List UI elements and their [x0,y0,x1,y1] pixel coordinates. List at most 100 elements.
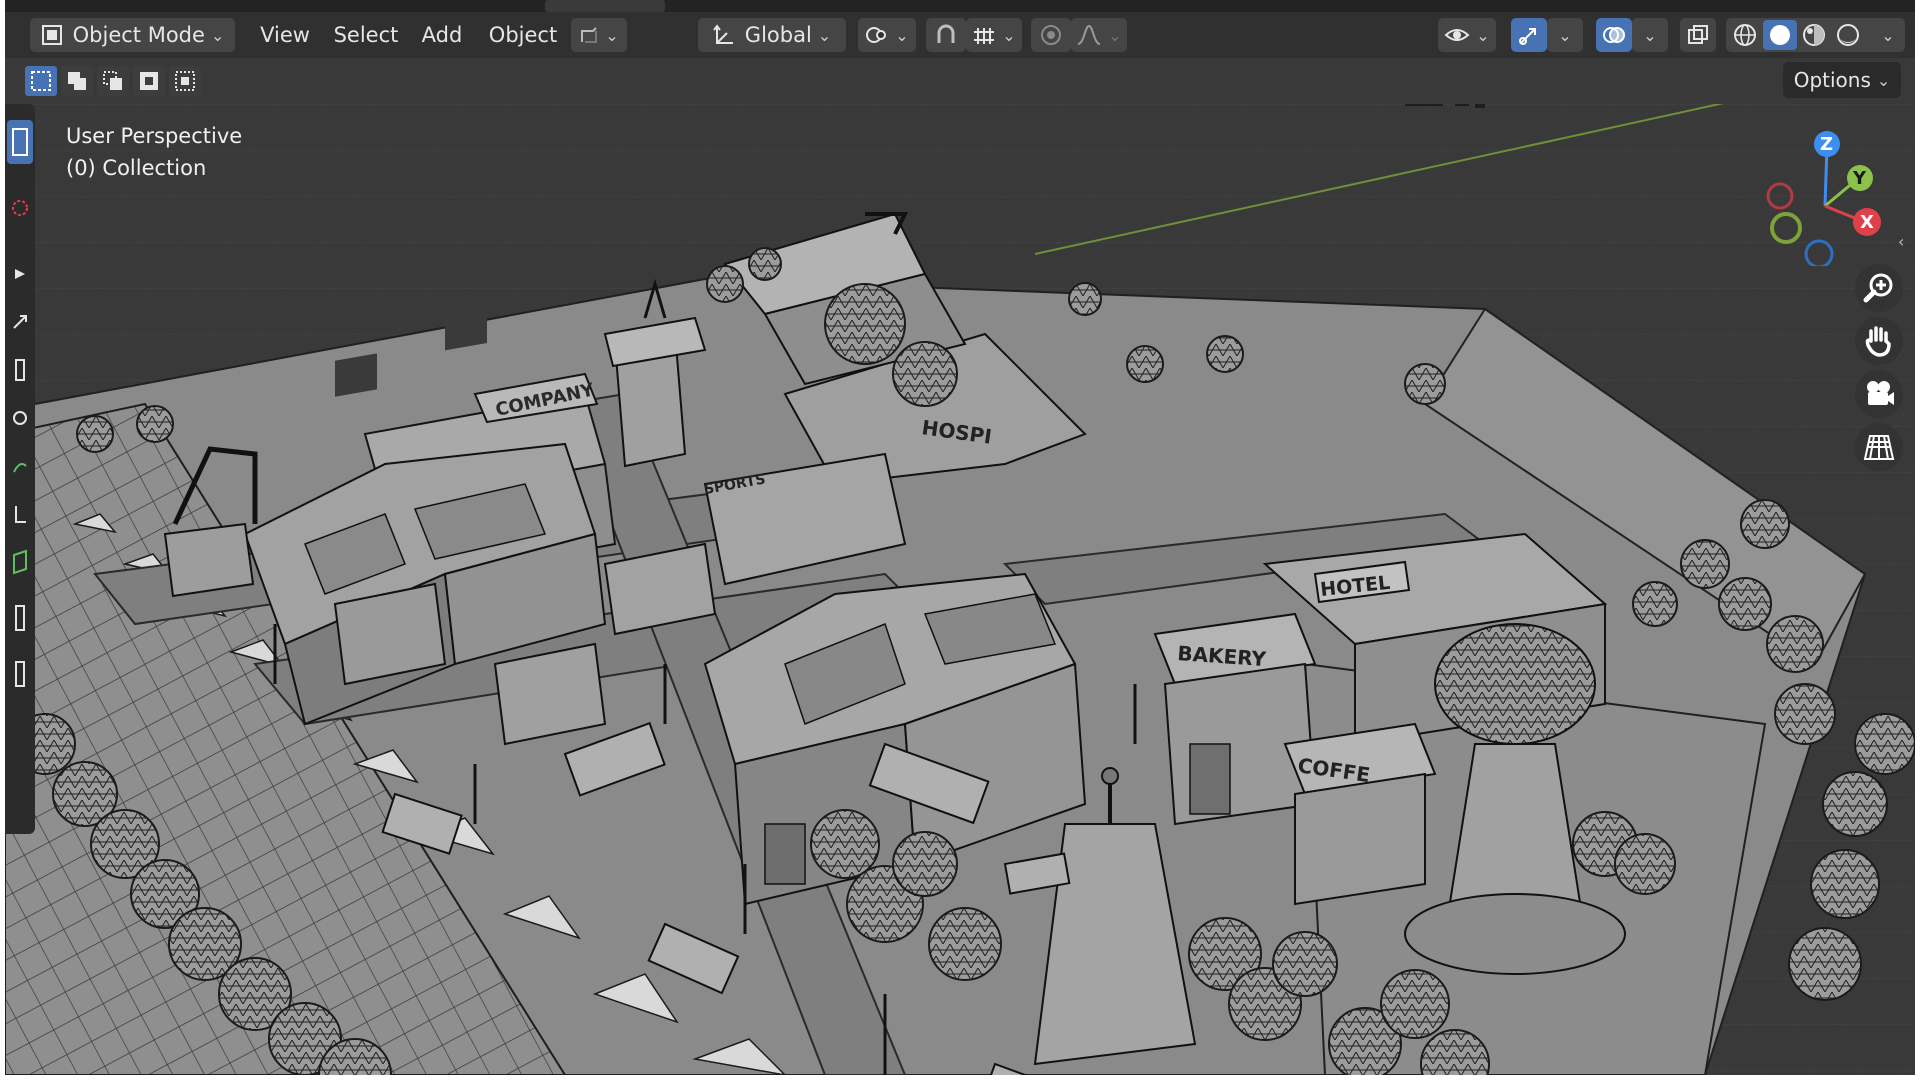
object-visibility-selector[interactable]: ⌄ [1438,18,1496,52]
pivot-point-selector[interactable]: ⌄ [858,18,916,52]
snap-increment-icon [974,28,995,44]
tool-add-cube[interactable] [7,540,33,584]
tool-measure[interactable] [7,492,33,536]
orientation-label: Global [744,23,812,47]
menu-select[interactable]: Select [327,18,405,52]
select-subtract-icon [103,71,122,90]
tool-scale[interactable] [7,348,33,392]
tool-transform[interactable] [7,396,33,440]
proportional-edit-icon [1041,25,1061,45]
blender-frame: Object Mode ⌄ View Select Add Object ⌄ G… [5,0,1915,1075]
rotate-icon [13,315,27,329]
workspace-tab[interactable] [545,0,665,12]
select-intersect-mode[interactable] [169,66,201,96]
tool-settings-row [5,58,1915,104]
perspective-toggle-button[interactable] [1855,423,1903,471]
x-axis-label: X [1860,212,1874,233]
falloff-selector[interactable]: ⌄ [1071,18,1127,52]
tool-rotate[interactable] [7,300,33,344]
city-scene-render[interactable]: COMPANY HOSPI SPORTS BAKERY HOTEL COFFE [5,104,1915,1075]
select-extend-mode[interactable] [61,66,93,96]
chevron-down-icon: ⌄ [605,25,619,45]
camera-icon [1867,381,1894,405]
select-invert-mode[interactable] [133,66,165,96]
overlay-options[interactable]: ⌄ [1632,18,1668,52]
scale-icon [15,359,25,381]
snap-target-selector[interactable]: ⌄ [966,18,1022,52]
cube-outline-icon [581,27,598,43]
tool-cursor[interactable] [7,186,33,230]
grid-icon [1863,435,1895,460]
pan-button[interactable] [1855,317,1903,365]
overlay-toggle[interactable] [1596,18,1632,52]
left-toolbar [5,104,35,834]
z-axis-label: Z [1820,134,1833,155]
gizmo-icon [1519,28,1536,45]
options-label: Options [1793,68,1871,92]
annotate-icon [13,463,27,473]
proportional-edit-toggle[interactable] [1031,18,1071,52]
chevron-down-icon: ⌄ [1108,25,1122,45]
transform-icon [13,411,27,425]
viewport-header: Object Mode ⌄ View Select Add Object ⌄ G… [5,12,1915,58]
solid-shading-button[interactable] [1763,20,1797,50]
mode-selector[interactable]: Object Mode ⌄ [30,18,235,52]
menu-view[interactable]: View [250,18,320,52]
neg-y-axis-handle[interactable] [1770,212,1802,244]
navigation-gizmo[interactable]: Z Y X [1750,126,1890,266]
sidebar-toggle[interactable]: ‹ [1898,232,1912,258]
orientation-axes-icon [712,24,733,44]
chevron-down-icon: ⌄ [1558,25,1572,45]
chevron-down-icon: ⌄ [1002,25,1016,45]
shading-mode-group [1726,18,1884,52]
menu-object[interactable]: Object [481,18,565,52]
tool-extra-2[interactable] [7,652,33,696]
solid-shading-icon [1770,25,1790,45]
pan-hand-icon [1865,326,1891,357]
falloff-curve-icon [1077,24,1101,45]
transform-orientation-selector[interactable]: Global ⌄ [698,18,846,52]
select-intersect-icon [175,71,195,91]
select-subtract-mode[interactable] [97,66,129,96]
bakery-building: BAKERY [1153,612,1317,826]
chevron-down-icon: ⌄ [817,25,832,45]
gizmo-options[interactable]: ⌄ [1547,18,1583,52]
select-new-mode[interactable] [25,66,57,96]
3d-viewport[interactable]: COMPANY HOSPI SPORTS BAKERY HOTEL COFFE … [5,104,1915,1075]
tool-move[interactable] [7,252,33,296]
neg-x-axis-handle[interactable] [1766,182,1794,210]
gizmo-toggle[interactable] [1511,18,1547,52]
snap-icon [937,24,955,43]
chevron-down-icon: ⌄ [1876,70,1891,90]
tool-annotate[interactable] [7,444,33,488]
camera-view-button[interactable] [1855,370,1903,418]
wireframe-shading-icon[interactable] [1730,22,1760,48]
panel-icon [15,661,25,687]
xray-toggle[interactable] [1680,18,1716,52]
overlay-icon [1603,27,1625,43]
tool-select-box[interactable] [7,120,33,164]
snap-toggle[interactable] [926,18,966,52]
rendered-shading-icon[interactable] [1831,22,1865,48]
tool-extra-1[interactable] [7,596,33,640]
move-icon [15,269,25,279]
chevron-down-icon: ⌄ [1881,25,1895,45]
shading-options[interactable]: ⌄ [1871,18,1905,52]
blender-window: Object Mode ⌄ View Select Add Object ⌄ G… [0,0,1920,1080]
material-shading-icon[interactable] [1797,22,1831,48]
chevron-down-icon: ⌄ [895,25,909,45]
select-box-icon [12,128,28,156]
add-cube-icon [13,549,27,575]
options-dropdown[interactable]: Options ⌄ [1783,62,1901,98]
panel-icon [15,605,25,631]
object-mode-icon [41,25,62,45]
neg-z-axis-handle[interactable] [1804,239,1834,266]
visibility-icon [1444,29,1470,41]
chevron-down-icon: ⌄ [1643,25,1657,45]
zoom-icon [1863,273,1893,303]
object-interaction-button[interactable]: ⌄ [571,18,627,52]
mode-label: Object Mode [72,23,205,47]
zoom-button[interactable] [1855,264,1903,312]
xray-icon [1688,25,1708,44]
menu-add[interactable]: Add [413,18,471,52]
